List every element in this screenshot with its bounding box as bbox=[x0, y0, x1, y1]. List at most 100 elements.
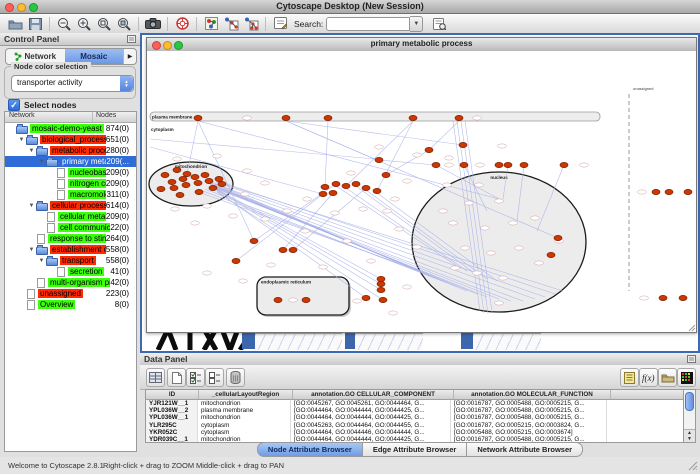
background-window-fragment[interactable] bbox=[355, 333, 423, 350]
graph-node[interactable] bbox=[377, 281, 385, 286]
graph-node[interactable] bbox=[274, 297, 282, 302]
disclosure-triangle-icon[interactable]: ▼ bbox=[27, 203, 36, 209]
tab-node-attribute-browser[interactable]: Node Attribute Browser bbox=[257, 442, 363, 457]
network-view-title-bar[interactable]: primary metabolic process bbox=[147, 38, 696, 52]
tree-item-label[interactable]: response to stimulu bbox=[48, 234, 106, 243]
graph-node[interactable] bbox=[168, 179, 176, 184]
tree-row[interactable]: unassigned223(0) bbox=[5, 288, 136, 299]
zoom-out-icon[interactable] bbox=[54, 15, 74, 32]
tree-row[interactable]: ▼metabolic process280(0) bbox=[5, 145, 136, 156]
tree-item-label[interactable]: secretion bbox=[68, 267, 104, 276]
tree-row[interactable]: mosaic-demo-yeast874(0) bbox=[5, 123, 136, 134]
tree-row[interactable]: cellular metabol209(0) bbox=[5, 211, 136, 222]
background-window-fragment[interactable] bbox=[242, 331, 255, 349]
graph-node[interactable] bbox=[218, 181, 226, 186]
tree-column-network[interactable]: Network bbox=[5, 112, 93, 122]
tree-item-label[interactable]: transport bbox=[60, 256, 96, 265]
zoom-in-icon[interactable] bbox=[74, 15, 94, 32]
annotation-icon[interactable] bbox=[270, 15, 290, 32]
table-cell[interactable]: YJR121W__1 bbox=[146, 400, 198, 407]
graph-node[interactable] bbox=[232, 258, 240, 263]
table-cell[interactable]: YKR052C bbox=[146, 429, 198, 436]
graph-node[interactable] bbox=[352, 181, 360, 186]
graph-node[interactable] bbox=[652, 189, 660, 194]
table-cell[interactable]: plasma membrane bbox=[198, 407, 291, 414]
tree-item-label[interactable]: Overview bbox=[38, 300, 75, 309]
tree-row[interactable]: ▼establishment of lo558(0) bbox=[5, 244, 136, 255]
new-attribute-icon[interactable] bbox=[167, 368, 186, 387]
table-cell[interactable]: [GO:0045263, GO:0044464, GO:0044455, G..… bbox=[291, 422, 451, 429]
background-window-fragment[interactable] bbox=[461, 331, 473, 349]
scrollbar-thumb[interactable] bbox=[685, 392, 694, 411]
graph-node[interactable] bbox=[382, 172, 390, 177]
open-attribute-file-icon[interactable] bbox=[658, 368, 677, 387]
graph-edge[interactable] bbox=[386, 150, 429, 175]
tree-item-label[interactable]: unassigned bbox=[38, 289, 83, 298]
graph-edge[interactable] bbox=[429, 121, 459, 150]
graph-node[interactable] bbox=[455, 115, 463, 120]
function-builder-icon[interactable]: f(x) bbox=[639, 368, 658, 387]
graph-node[interactable] bbox=[504, 162, 512, 167]
graph-node[interactable] bbox=[547, 252, 555, 257]
table-row[interactable]: YLR295Ccytoplasm[GO:0045263, GO:0044464,… bbox=[146, 422, 686, 429]
tree-item-label[interactable]: nucleobase- bbox=[68, 168, 106, 177]
graph-node[interactable] bbox=[665, 189, 673, 194]
graph-node[interactable] bbox=[319, 191, 327, 196]
graph-node[interactable] bbox=[554, 235, 562, 240]
attribute-table[interactable]: ID_cellularLayoutRegionannotation.GO CEL… bbox=[145, 389, 687, 443]
open-file-icon[interactable] bbox=[5, 15, 25, 32]
zoom-selected-icon[interactable] bbox=[114, 15, 134, 32]
search-options-icon[interactable] bbox=[429, 15, 449, 32]
graph-node[interactable] bbox=[182, 182, 190, 187]
table-cell[interactable]: [GO:0016787, GO:0005488, GO:0005215, G..… bbox=[451, 400, 607, 407]
layout-network-alt-icon[interactable] bbox=[241, 15, 261, 32]
network-canvas[interactable]: plasma membranecytoplasmmitochondrionnuc… bbox=[147, 51, 696, 332]
graph-node[interactable] bbox=[215, 176, 223, 181]
table-cell[interactable]: mitochondrion bbox=[198, 400, 291, 407]
graph-edge[interactable] bbox=[214, 188, 381, 284]
background-window-fragment[interactable] bbox=[345, 331, 355, 349]
tree-item-label[interactable]: cellular metabol bbox=[58, 212, 106, 221]
tree-row[interactable]: nucleobase-209(0) bbox=[5, 167, 136, 178]
disclosure-triangle-icon[interactable]: ▼ bbox=[37, 159, 46, 165]
graph-node[interactable] bbox=[329, 190, 337, 195]
graph-node[interactable] bbox=[459, 142, 467, 147]
table-row[interactable]: YKR052Ccytoplasm[GO:0044464, GO:0044446,… bbox=[146, 429, 686, 436]
tree-row[interactable]: ▼transport558(0) bbox=[5, 255, 136, 266]
graph-node[interactable] bbox=[377, 287, 385, 292]
unselect-all-attributes-icon[interactable] bbox=[205, 368, 224, 387]
graph-edge[interactable] bbox=[283, 193, 333, 250]
tree-row[interactable]: secretion41(0) bbox=[5, 266, 136, 277]
scrollbar-arrows-icon[interactable]: ▲▼ bbox=[684, 429, 695, 442]
graph-node[interactable] bbox=[209, 185, 217, 190]
graph-node[interactable] bbox=[195, 189, 203, 194]
graph-edge[interactable] bbox=[286, 121, 463, 145]
table-row[interactable]: YJR121W__1mitochondrion[GO:0045267, GO:0… bbox=[146, 400, 686, 407]
graph-node[interactable] bbox=[282, 115, 290, 120]
help-icon[interactable] bbox=[172, 15, 192, 32]
tree-item-label[interactable]: nitrogen compo bbox=[68, 179, 106, 188]
graph-node[interactable] bbox=[321, 184, 329, 189]
graph-node[interactable] bbox=[205, 178, 213, 183]
background-window-fragment[interactable] bbox=[473, 333, 541, 350]
table-row[interactable]: YPL036W__1mitochondrion[GO:0044464, GO:0… bbox=[146, 414, 686, 421]
graph-node[interactable] bbox=[375, 157, 383, 162]
table-cell[interactable]: mitochondrion bbox=[198, 414, 291, 421]
float-panel-icon[interactable] bbox=[687, 355, 696, 363]
tree-item-label[interactable]: cellular process bbox=[50, 201, 106, 210]
table-header-cell[interactable]: ID bbox=[146, 390, 199, 399]
graph-node[interactable] bbox=[173, 167, 181, 172]
search-input[interactable] bbox=[326, 17, 410, 31]
graph-node[interactable] bbox=[324, 115, 332, 120]
disclosure-triangle-icon[interactable]: ▼ bbox=[37, 258, 46, 264]
table-cell[interactable]: YPL036W__2 bbox=[146, 407, 198, 414]
graph-node[interactable] bbox=[279, 247, 287, 252]
graph-node[interactable] bbox=[161, 172, 169, 177]
tree-row[interactable]: macromolecule311(0) bbox=[5, 189, 136, 200]
disclosure-triangle-icon[interactable]: ▼ bbox=[27, 148, 36, 154]
graph-node[interactable] bbox=[302, 297, 310, 302]
node-color-dropdown[interactable]: transporter activity ▲▼ bbox=[11, 75, 134, 92]
graph-node[interactable] bbox=[176, 192, 184, 197]
tree-item-label[interactable]: biological_process bbox=[40, 135, 106, 144]
table-header-cell[interactable]: annotation.GO CELLULAR_COMPONENT bbox=[293, 390, 454, 399]
